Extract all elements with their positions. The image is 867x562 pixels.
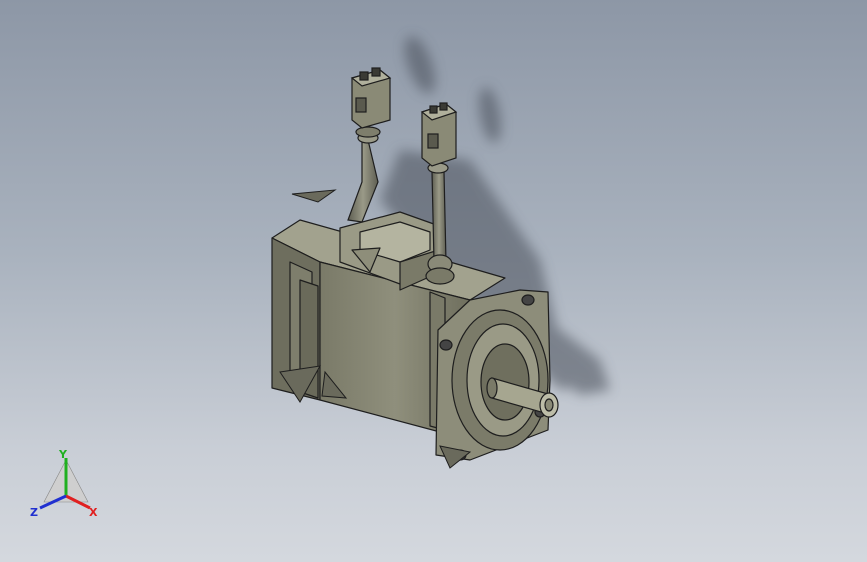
orientation-triad[interactable]: Y X Z (26, 446, 106, 526)
power-connector[interactable] (350, 67, 392, 129)
encoder-connector[interactable] (420, 102, 458, 167)
x-axis-label: X (89, 506, 98, 519)
y-axis-label: Y (58, 448, 68, 461)
graphics-viewport[interactable]: Y X Z (0, 0, 867, 562)
motor-flange[interactable] (435, 289, 551, 461)
power-cable[interactable] (347, 126, 381, 223)
servo-motor-model[interactable] (0, 0, 867, 562)
z-axis-label: Z (30, 506, 38, 519)
